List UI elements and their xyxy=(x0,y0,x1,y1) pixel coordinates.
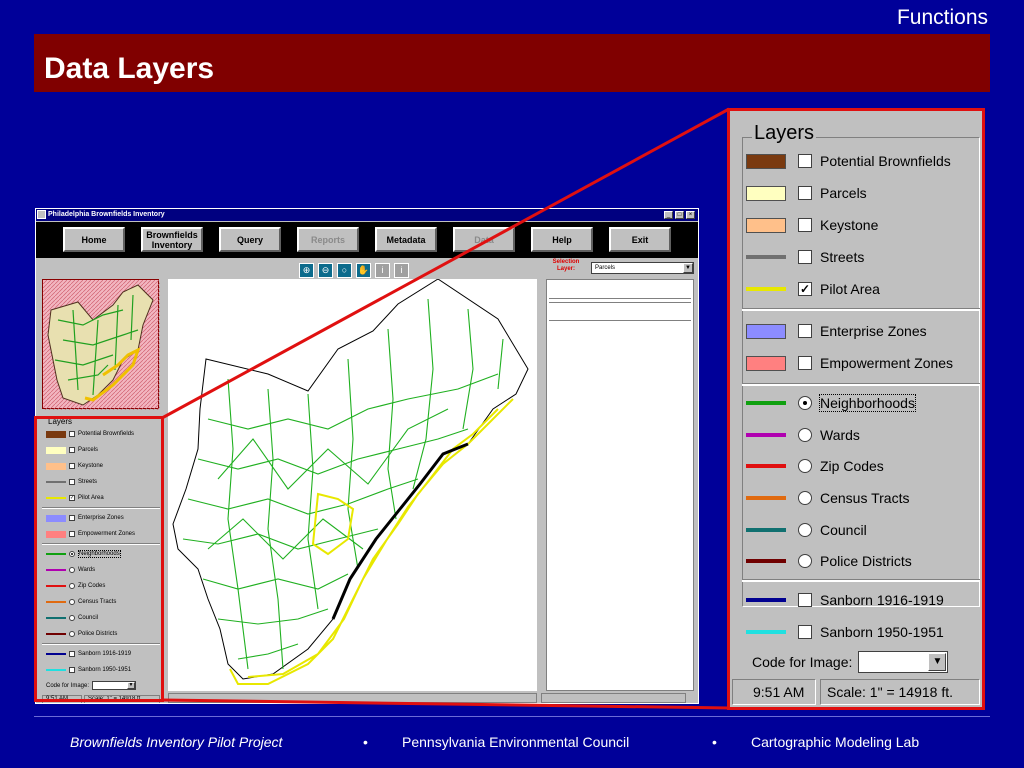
layer-row-pilot-area[interactable]: ✓ Pilot Area xyxy=(746,277,880,301)
layer-row-keystone[interactable]: Keystone xyxy=(746,213,878,237)
footer-lab: Cartographic Modeling Lab xyxy=(751,734,920,750)
divider xyxy=(742,383,980,386)
footer-bullet: • xyxy=(712,734,717,750)
layer-row-police-districts[interactable]: Police Districts xyxy=(746,549,912,573)
layers-panel-zoomed: Layers Potential Brownfields Parcels Key… xyxy=(727,108,985,710)
layer-row-wards[interactable]: Wards xyxy=(746,423,860,447)
radio[interactable] xyxy=(798,491,812,505)
footer-project: Brownfields Inventory Pilot Project xyxy=(70,734,283,750)
layer-row-sanborn-1950[interactable]: Sanborn 1950-1951 xyxy=(746,620,944,644)
checkbox[interactable] xyxy=(798,324,812,338)
checkbox[interactable] xyxy=(798,250,812,264)
code-for-image-label: Code for Image: xyxy=(752,654,853,670)
code-for-image-select[interactable]: ▼ xyxy=(858,651,949,673)
layer-row-neighborhoods[interactable]: Neighborhoods xyxy=(746,391,916,415)
layer-row-potential-brownfields[interactable]: Potential Brownfields xyxy=(746,149,951,173)
checkbox[interactable] xyxy=(798,186,812,200)
layer-row-empowerment-zones[interactable]: Empowerment Zones xyxy=(746,351,953,375)
radio[interactable] xyxy=(798,428,812,442)
footer-bullet: • xyxy=(363,734,368,750)
radio[interactable] xyxy=(798,459,812,473)
code-for-image-row: Code for Image: ▼ xyxy=(752,651,949,673)
checkbox-checked[interactable]: ✓ xyxy=(798,282,812,296)
radio[interactable] xyxy=(798,554,812,568)
checkbox[interactable] xyxy=(798,218,812,232)
layers-heading: Layers xyxy=(752,122,817,145)
layer-row-census-tracts[interactable]: Census Tracts xyxy=(746,486,909,510)
divider xyxy=(742,308,980,311)
checkbox[interactable] xyxy=(798,625,812,639)
checkbox[interactable] xyxy=(798,593,812,607)
footer-rule xyxy=(34,716,990,717)
radio-selected[interactable] xyxy=(798,396,812,410)
divider xyxy=(742,579,980,582)
layer-row-parcels[interactable]: Parcels xyxy=(746,181,867,205)
footer-council: Pennsylvania Environmental Council xyxy=(402,734,630,750)
layer-row-streets[interactable]: Streets xyxy=(746,245,864,269)
status-time: 9:51 AM xyxy=(732,679,816,705)
chevron-down-icon[interactable]: ▼ xyxy=(928,653,947,671)
checkbox[interactable] xyxy=(798,356,812,370)
status-scale: Scale: 1" = 14918 ft. xyxy=(820,679,980,705)
checkbox[interactable] xyxy=(798,154,812,168)
layer-row-sanborn-1916[interactable]: Sanborn 1916-1919 xyxy=(746,588,944,612)
layer-row-enterprise-zones[interactable]: Enterprise Zones xyxy=(746,319,927,343)
radio[interactable] xyxy=(798,523,812,537)
layer-row-council[interactable]: Council xyxy=(746,518,867,542)
layer-row-zip-codes[interactable]: Zip Codes xyxy=(746,454,884,478)
